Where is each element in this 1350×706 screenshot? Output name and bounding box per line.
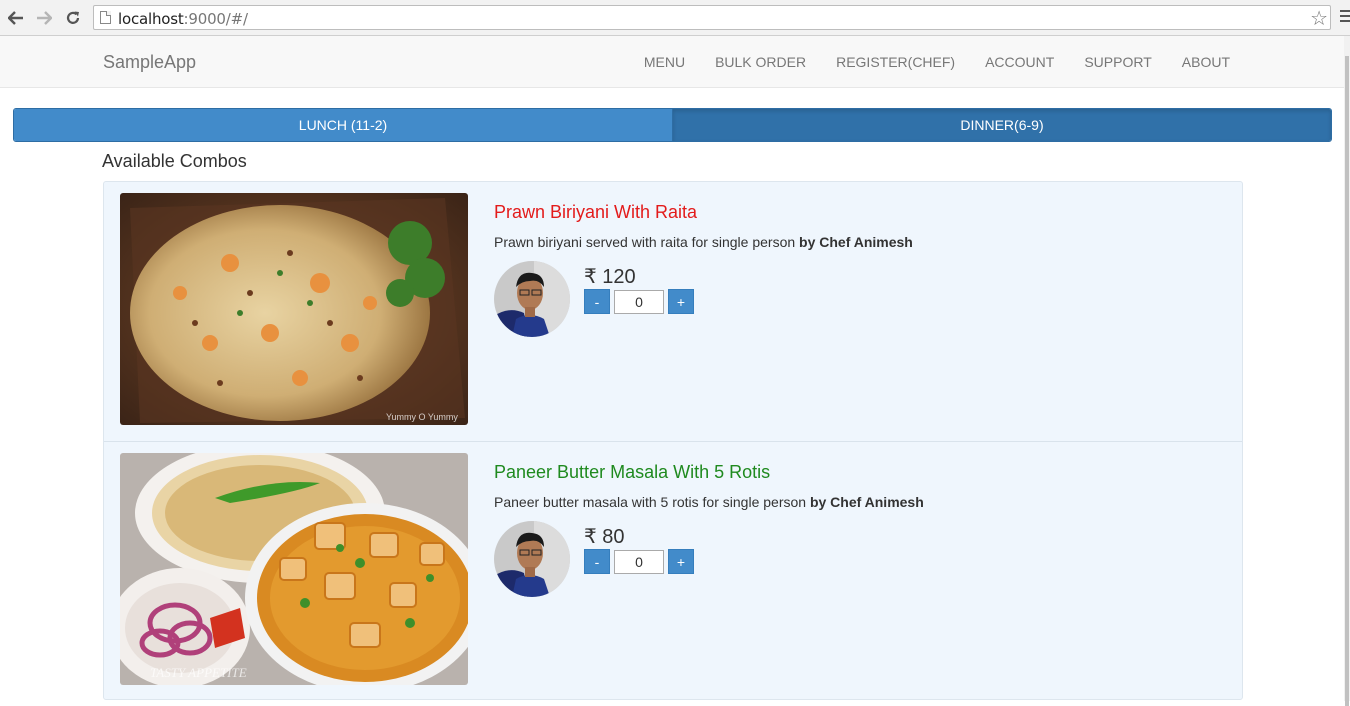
app-navbar: SampleApp MENU BULK ORDER REGISTER(CHEF)… [0,36,1344,88]
browser-toolbar: localhost:9000/#/ ☆ [0,0,1350,36]
food-image-biriyani: Yummy O Yummy [120,193,468,425]
reload-icon[interactable] [62,7,84,29]
avatar [494,521,570,597]
page-icon [100,11,111,24]
decrease-quantity-button[interactable]: - [584,289,610,314]
nav-link-about[interactable]: ABOUT [1182,54,1230,70]
chef-name: by Chef Animesh [809,494,924,510]
nav-link-register-chef[interactable]: REGISTER(CHEF) [836,54,955,70]
food-image-paneer: TASTY APPETITE [120,453,468,685]
tab-lunch[interactable]: LUNCH (11-2) [14,109,672,141]
quantity-stepper: - + [584,289,694,314]
combo-description: Paneer butter masala with 5 rotis for si… [494,494,924,510]
quantity-input[interactable] [614,289,664,314]
back-arrow-icon[interactable] [5,7,27,29]
combo-title[interactable]: Prawn Biriyani With Raita [494,202,697,223]
nav-link-account[interactable]: ACCOUNT [985,54,1054,70]
star-icon[interactable]: ☆ [1310,6,1328,31]
url-text: localhost:9000/#/ [118,10,248,28]
quantity-input[interactable] [614,549,664,574]
image-watermark: TASTY APPETITE [150,665,247,680]
increase-quantity-button[interactable]: + [668,549,694,574]
increase-quantity-button[interactable]: + [668,289,694,314]
avatar [494,261,570,337]
nav-link-bulk-order[interactable]: BULK ORDER [715,54,806,70]
combos-panel: Yummy O Yummy Prawn Biriyani With Raita … [103,181,1243,700]
nav-link-support[interactable]: SUPPORT [1084,54,1151,70]
nav-links: MENU BULK ORDER REGISTER(CHEF) ACCOUNT S… [614,54,1230,70]
combo-item: TASTY APPETITE Paneer Butter Masala With… [104,441,1242,700]
section-title: Available Combos [102,151,247,171]
combo-price: ₹ 80 [584,526,625,548]
meal-tabs: LUNCH (11-2) DINNER(6-9) [13,108,1332,142]
combo-item: Yummy O Yummy Prawn Biriyani With Raita … [104,182,1242,441]
brand[interactable]: SampleApp [103,52,196,73]
nav-link-menu[interactable]: MENU [644,54,685,70]
decrease-quantity-button[interactable]: - [584,549,610,574]
quantity-stepper: - + [584,549,694,574]
combo-price: ₹ 120 [584,266,636,288]
combo-description: Prawn biriyani served with raita for sin… [494,234,913,250]
browser-menu-icon[interactable] [1340,10,1350,24]
combo-title[interactable]: Paneer Butter Masala With 5 Rotis [494,462,770,483]
chef-name: by Chef Animesh [799,234,913,250]
page-scrollbar[interactable] [1344,36,1350,706]
tab-dinner[interactable]: DINNER(6-9) [672,109,1331,141]
image-watermark: Yummy O Yummy [386,412,458,422]
forward-arrow-icon[interactable] [33,7,55,29]
address-bar[interactable]: localhost:9000/#/ ☆ [93,5,1331,30]
scrollbar-thumb[interactable] [1345,56,1349,706]
